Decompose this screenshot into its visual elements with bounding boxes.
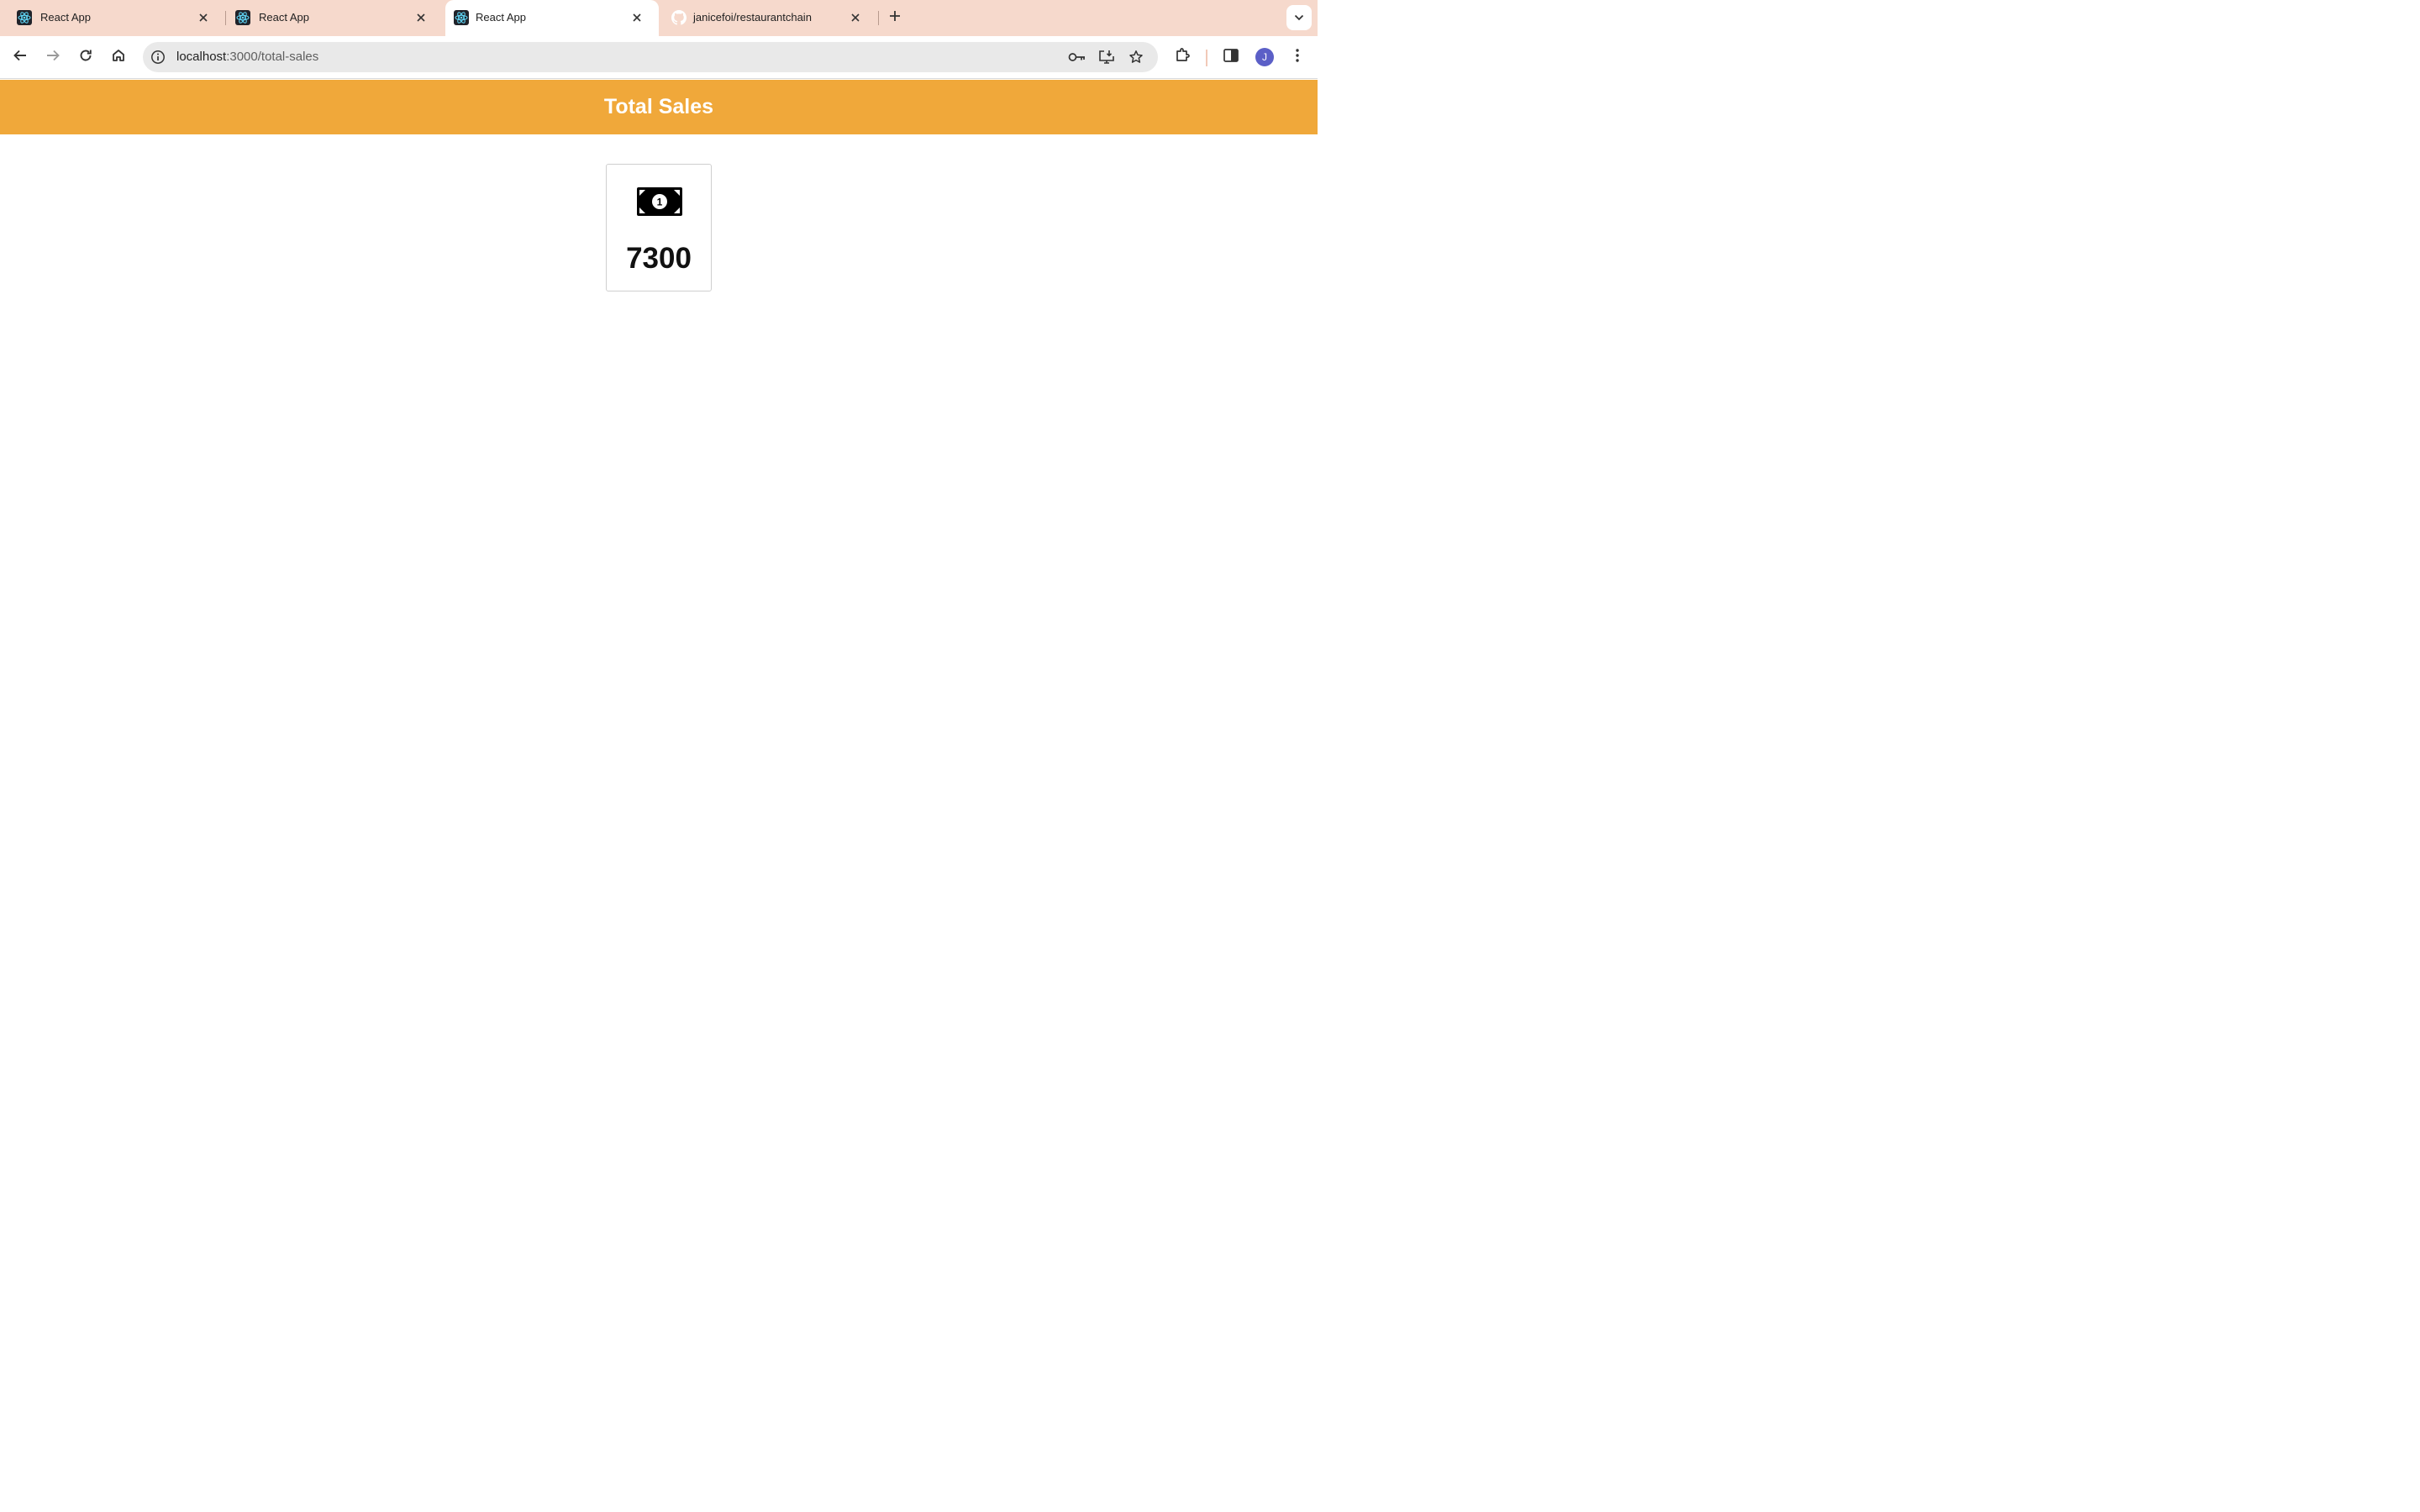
- close-icon[interactable]: [845, 8, 865, 28]
- browser-toolbar: localhost:3000/total-sales J: [0, 36, 1318, 79]
- svg-text:1: 1: [657, 197, 663, 208]
- tab-title: React App: [259, 11, 309, 24]
- arrow-right-icon: [45, 48, 60, 67]
- page-title: Total Sales: [603, 95, 714, 118]
- password-key-icon[interactable]: [1068, 48, 1086, 66]
- install-app-icon[interactable]: [1097, 48, 1116, 66]
- chevron-down-icon: [1294, 10, 1304, 25]
- arrow-left-icon: [13, 48, 28, 67]
- tab-strip: React App React App React App janicefoi/…: [0, 0, 1318, 36]
- tab-title: React App: [40, 11, 91, 24]
- tab-github[interactable]: janicefoi/restaurantchain: [662, 0, 877, 36]
- tab-title: janicefoi/restaurantchain: [693, 11, 812, 24]
- home-icon: [111, 48, 126, 67]
- url-text[interactable]: localhost:3000/total-sales: [176, 50, 318, 64]
- side-panel-icon: [1223, 48, 1239, 66]
- menu-button[interactable]: [1285, 45, 1310, 70]
- total-sales-card: 1 7300: [606, 164, 712, 291]
- tab-title: React App: [476, 11, 526, 24]
- react-icon: [235, 10, 250, 25]
- tab-react-app-1[interactable]: React App: [0, 0, 225, 36]
- close-icon[interactable]: [193, 8, 213, 28]
- total-sales-value: 7300: [626, 242, 692, 275]
- tab-separator: [878, 11, 879, 25]
- tab-search-button[interactable]: [1286, 5, 1312, 30]
- browser-window: React App React App React App janicefoi/…: [0, 0, 1318, 823]
- tab-react-app-3[interactable]: React App: [445, 0, 659, 36]
- plus-icon: [889, 10, 901, 26]
- react-icon: [17, 10, 32, 25]
- github-icon: [671, 10, 687, 25]
- info-icon[interactable]: [150, 49, 166, 66]
- bookmark-star-icon[interactable]: [1127, 48, 1145, 66]
- reload-icon: [78, 48, 93, 67]
- toolbar-divider: [1206, 50, 1207, 66]
- url-host: localhost: [176, 50, 227, 64]
- kebab-menu-icon: [1295, 48, 1300, 67]
- address-bar[interactable]: localhost:3000/total-sales: [143, 42, 1158, 72]
- new-tab-button[interactable]: [884, 7, 906, 29]
- back-button[interactable]: [8, 45, 33, 70]
- page-content: Total Sales 1 7300: [0, 80, 1318, 823]
- close-icon[interactable]: [627, 8, 647, 28]
- puzzle-icon: [1174, 47, 1191, 68]
- url-path: :3000/total-sales: [226, 50, 319, 64]
- close-icon[interactable]: [411, 8, 431, 28]
- side-panel-button[interactable]: [1218, 45, 1244, 70]
- home-button[interactable]: [106, 45, 131, 70]
- tab-react-app-2[interactable]: React App: [225, 0, 443, 36]
- page-header: Total Sales: [0, 80, 1318, 134]
- profile-avatar[interactable]: J: [1255, 48, 1274, 66]
- money-bill-icon: 1: [637, 187, 682, 216]
- extensions-button[interactable]: [1170, 45, 1195, 70]
- forward-button[interactable]: [40, 45, 66, 70]
- reload-button[interactable]: [73, 45, 98, 70]
- react-icon: [454, 10, 469, 25]
